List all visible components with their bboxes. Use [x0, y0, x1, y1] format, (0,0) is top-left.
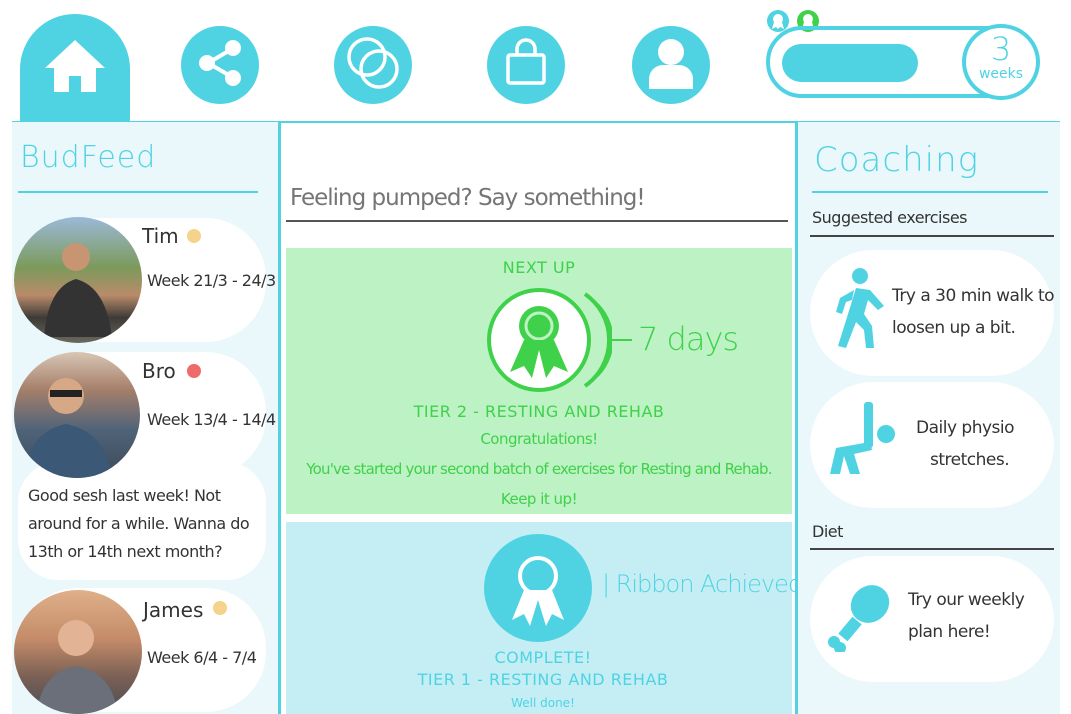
budfeed-title-underline: [18, 191, 258, 193]
budfeed-name[interactable]: Bro: [142, 359, 176, 383]
left-column-divider: [278, 122, 281, 714]
next-tier-title: TIER 2 - RESTING AND REHAB: [413, 402, 665, 421]
exercise-stretch-line2: stretches.: [930, 450, 1010, 470]
ribbon-achieved-label: | Ribbon Achieved |: [602, 570, 817, 598]
next-up-line2: You've started your second batch of exer…: [306, 460, 772, 478]
status-dot: [187, 229, 201, 243]
walking-icon: [830, 266, 886, 350]
diet-line2: plan here!: [908, 622, 991, 642]
suggested-exercises-underline: [810, 235, 1054, 237]
well-done-note: Well done!: [511, 696, 575, 710]
budfeed-title: BudFeed: [20, 140, 157, 175]
rings-button[interactable]: [334, 26, 412, 104]
completed-tier-title: TIER 1 - RESTING AND REHAB: [417, 670, 669, 689]
days-remaining: 7 days: [638, 320, 739, 358]
budfeed-week: Week 13/4 - 14/4: [147, 410, 276, 429]
share-button[interactable]: [181, 26, 259, 104]
avatar[interactable]: [14, 217, 142, 343]
next-up-heading: NEXT UP: [502, 258, 576, 277]
shop-button[interactable]: [487, 26, 565, 104]
diet-label: Diet: [812, 522, 843, 541]
next-up-line1: Congratulations!: [480, 430, 598, 448]
ribbon-badge-icon: [484, 284, 614, 396]
weeks-number: 3: [990, 30, 1012, 68]
exercise-stretch-line1: Daily physio: [916, 418, 1015, 438]
budfeed-name[interactable]: Tim: [142, 224, 179, 248]
shopping-bag-icon: [500, 37, 552, 93]
status-dot: [213, 601, 227, 615]
drumstick-icon: [826, 582, 892, 654]
weeks-label: weeks: [978, 66, 1024, 82]
stretching-icon: [826, 398, 898, 478]
budfeed-name[interactable]: James: [143, 598, 203, 622]
status-composer-input[interactable]: [286, 176, 788, 222]
avatar[interactable]: [14, 590, 142, 714]
budfeed-message: Good sesh last week! Not around for a wh…: [28, 486, 250, 561]
budfeed-week: Week 6/4 - 7/4: [147, 648, 257, 667]
user-icon: [645, 35, 697, 95]
weeks-counter: 3 weeks: [962, 24, 1040, 100]
exercise-walk-line1: Try a 30 min walk to: [892, 286, 1055, 306]
next-up-line3: Keep it up!: [500, 490, 578, 508]
progress-fill: [782, 44, 918, 82]
weeks-progress-bar: 3 weeks: [766, 24, 1040, 100]
suggested-exercises-label: Suggested exercises: [812, 208, 968, 227]
profile-button[interactable]: [632, 26, 710, 104]
complete-label: COMPLETE!: [494, 648, 592, 667]
days-connector: [612, 339, 632, 341]
rings-icon: [343, 33, 403, 97]
coaching-title-underline: [812, 191, 1048, 193]
home-icon: [43, 36, 107, 100]
exercise-walk-line2: loosen up a bit.: [892, 318, 1016, 338]
diet-line1: Try our weekly: [908, 590, 1025, 610]
coaching-title: Coaching: [814, 140, 980, 180]
avatar[interactable]: [14, 352, 140, 478]
budfeed-week: Week 21/3 - 24/3: [147, 271, 276, 290]
diet-underline: [810, 548, 1054, 550]
status-dot: [187, 364, 201, 378]
share-icon: [194, 37, 246, 93]
home-tab[interactable]: [20, 14, 130, 122]
ribbon-achieved-icon: [484, 534, 592, 642]
